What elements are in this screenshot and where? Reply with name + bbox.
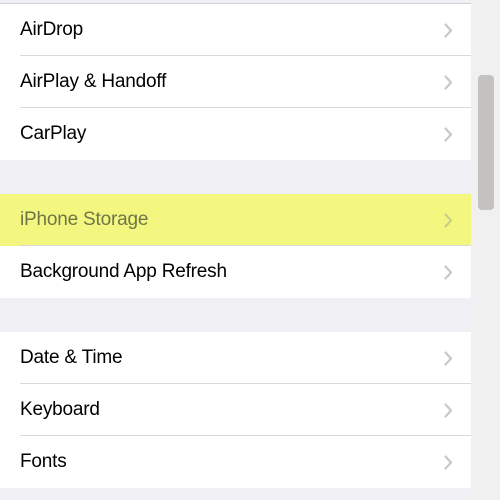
group-separator xyxy=(0,160,471,194)
row-fonts[interactable]: Fonts xyxy=(0,436,471,488)
chevron-right-icon xyxy=(443,74,453,90)
chevron-right-icon xyxy=(443,350,453,366)
row-label: Keyboard xyxy=(20,399,100,421)
row-label: iPhone Storage xyxy=(20,209,148,231)
chevron-right-icon xyxy=(443,264,453,280)
row-label: Date & Time xyxy=(20,347,122,369)
row-label: AirPlay & Handoff xyxy=(20,71,166,93)
chevron-right-icon xyxy=(443,126,453,142)
row-carplay[interactable]: CarPlay xyxy=(0,108,471,160)
row-background-app-refresh[interactable]: Background App Refresh xyxy=(0,246,471,298)
scrollbar-track[interactable] xyxy=(471,0,500,500)
settings-group-1: AirDrop AirPlay & Handoff CarPlay xyxy=(0,4,471,160)
row-label: AirDrop xyxy=(20,19,83,41)
group-separator xyxy=(0,298,471,332)
scrollbar-thumb[interactable] xyxy=(478,75,494,210)
row-keyboard[interactable]: Keyboard xyxy=(0,384,471,436)
chevron-right-icon xyxy=(443,454,453,470)
row-airplay-handoff[interactable]: AirPlay & Handoff xyxy=(0,56,471,108)
chevron-right-icon xyxy=(443,212,453,228)
row-airdrop[interactable]: AirDrop xyxy=(0,4,471,56)
row-label: Background App Refresh xyxy=(20,261,227,283)
settings-group-3: Date & Time Keyboard Fonts xyxy=(0,332,471,488)
chevron-right-icon xyxy=(443,22,453,38)
settings-group-2: iPhone Storage Background App Refresh xyxy=(0,194,471,298)
settings-list: AirDrop AirPlay & Handoff CarPlay iPhone… xyxy=(0,0,471,500)
row-label: Fonts xyxy=(20,451,67,473)
row-date-time[interactable]: Date & Time xyxy=(0,332,471,384)
chevron-right-icon xyxy=(443,402,453,418)
row-label: CarPlay xyxy=(20,123,86,145)
row-iphone-storage[interactable]: iPhone Storage xyxy=(0,194,471,246)
